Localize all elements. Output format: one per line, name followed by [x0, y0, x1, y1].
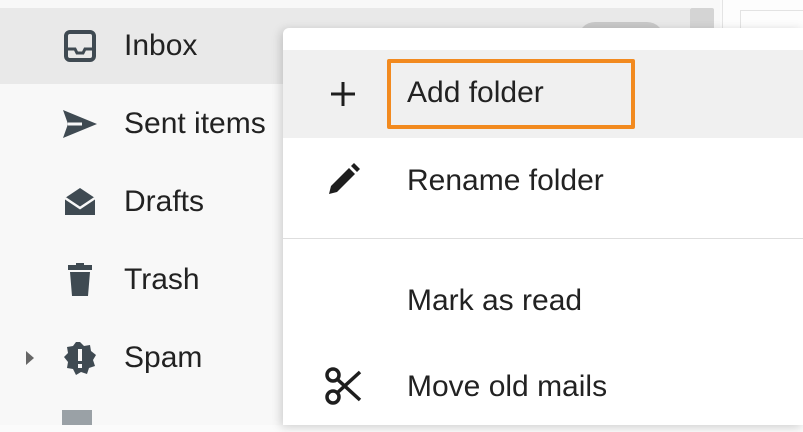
plus-icon [321, 72, 365, 116]
folder-label: Sent items [124, 107, 266, 140]
expand-caret-icon[interactable] [26, 351, 34, 365]
trash-icon [62, 262, 98, 298]
folder-label: Spam [124, 341, 203, 374]
menu-item-label: Mark as read [407, 284, 583, 317]
spam-warning-icon [62, 340, 98, 376]
partial-folder-icon [62, 410, 92, 425]
folder-context-menu: Add folder Rename folder Mark as read Mo… [283, 28, 803, 425]
inbox-icon [62, 28, 98, 64]
menu-item-move-old-mails[interactable]: Move old mails [283, 344, 803, 432]
keyboard-focus-outline [387, 59, 635, 129]
menu-divider [283, 238, 803, 239]
menu-item-mark-as-read[interactable]: Mark as read [283, 258, 803, 346]
folder-label: Inbox [124, 29, 198, 62]
menu-item-label: Move old mails [407, 370, 608, 403]
menu-item-label: Rename folder [407, 164, 604, 197]
drafts-envelope-icon [62, 184, 98, 220]
folder-label: Trash [124, 263, 200, 296]
pencil-icon [321, 158, 365, 202]
scissors-icon [321, 364, 365, 408]
menu-item-rename-folder[interactable]: Rename folder [283, 138, 803, 226]
send-icon [62, 106, 98, 142]
folder-label: Drafts [124, 185, 205, 218]
